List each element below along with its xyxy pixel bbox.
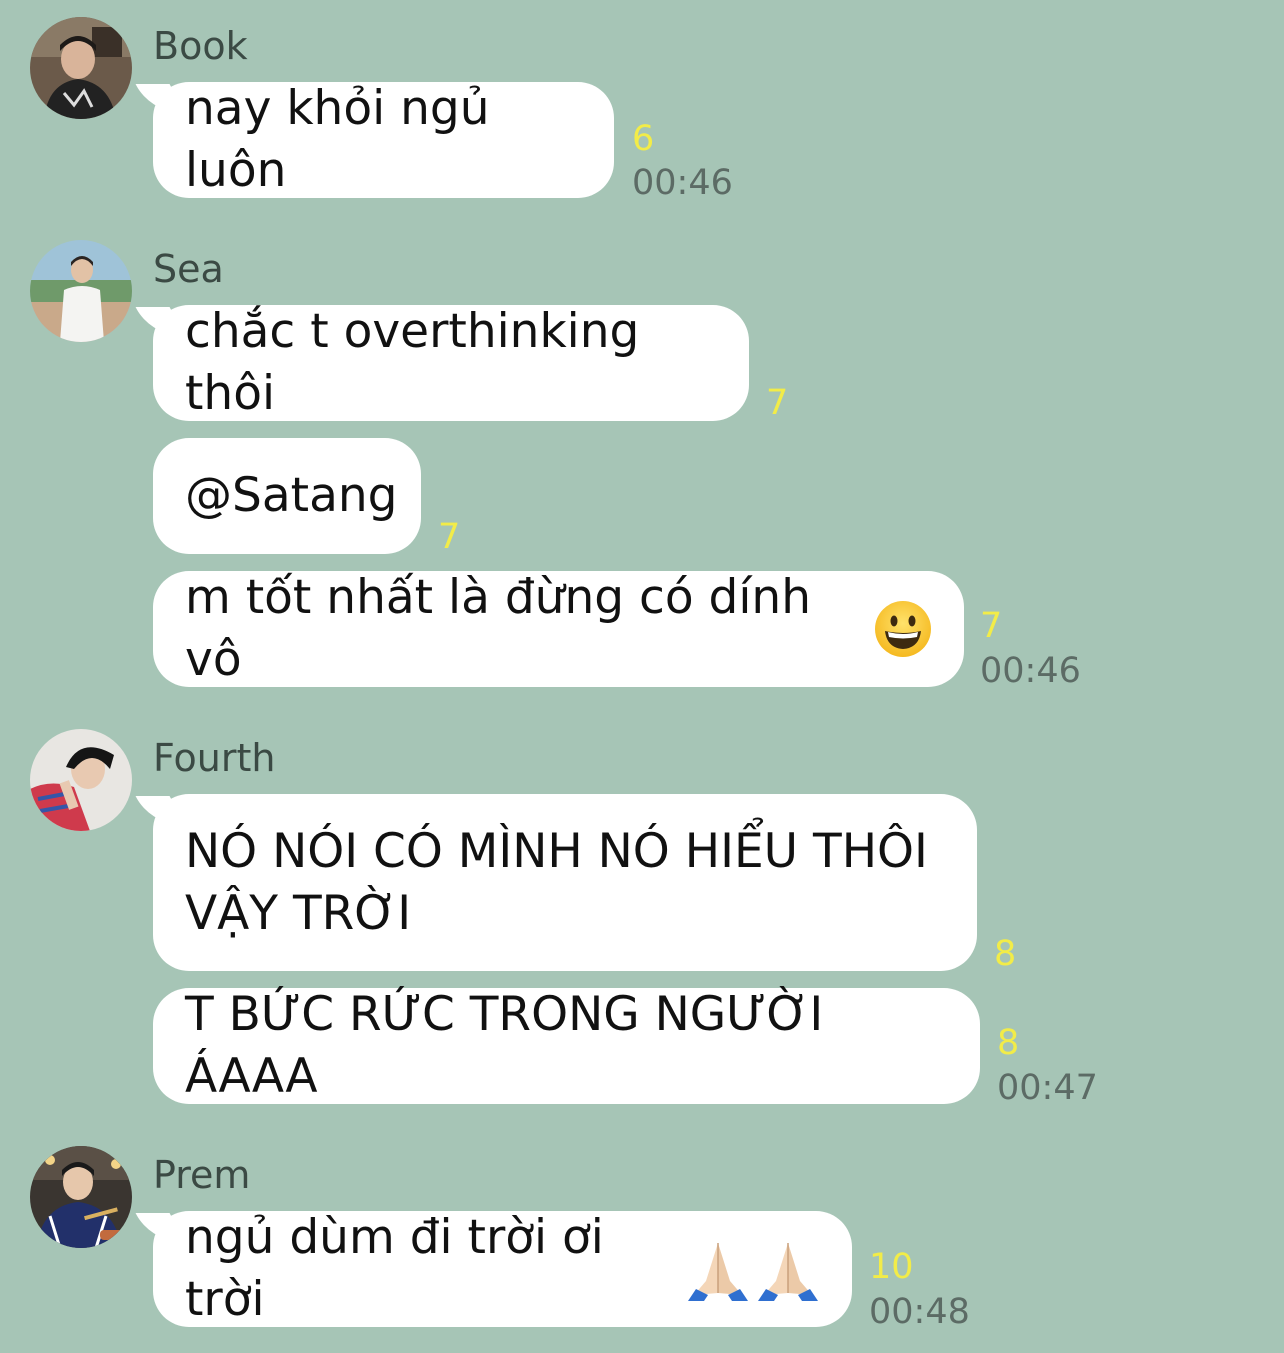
avatar-book[interactable]: [30, 17, 132, 119]
folded-hands-emoji: [756, 1237, 820, 1301]
message-bubble[interactable]: m tốt nhất là đừng có dính vô: [153, 570, 964, 687]
sender-name-fourth: Fourth: [153, 736, 276, 780]
read-count: 7: [438, 517, 461, 557]
read-count: 8: [994, 934, 1017, 974]
message-time: 00:48: [869, 1292, 970, 1332]
avatar-prem-image: [30, 1146, 132, 1248]
read-count: 7: [980, 606, 1003, 646]
message-text: NÓ NÓI CÓ MÌNH NÓ HIỂU THÔI VẬY TRỜI: [185, 823, 928, 941]
message-bubble[interactable]: T BỨC RỨC TRONG NGƯỜI ÁAAA: [153, 987, 980, 1104]
message-bubble[interactable]: chắc t overthinking thôi: [153, 304, 749, 421]
grinning-face-emoji: [874, 600, 932, 658]
read-count: 10: [869, 1247, 914, 1287]
sender-name-book: Book: [153, 24, 248, 68]
message-text: nay khỏi ngủ luôn: [185, 81, 490, 198]
message-time: 00:46: [980, 651, 1081, 691]
avatar-fourth-image: [30, 729, 132, 831]
sender-name-prem: Prem: [153, 1153, 251, 1197]
message-text: m tốt nhất là đừng có dính vô: [185, 570, 812, 687]
message-bubble[interactable]: NÓ NÓI CÓ MÌNH NÓ HIỂU THÔI VẬY TRỜI: [153, 794, 977, 971]
message-text: chắc t overthinking thôi: [185, 304, 640, 421]
avatar-sea[interactable]: [30, 240, 132, 342]
read-count: 7: [766, 383, 789, 423]
message-bubble[interactable]: nay khỏi ngủ luôn: [153, 81, 614, 198]
message-bubble[interactable]: @Satang: [153, 438, 421, 554]
folded-hands-emoji: [686, 1237, 750, 1301]
avatar-prem[interactable]: [30, 1146, 132, 1248]
message-text: T BỨC RỨC TRONG NGƯỜI ÁAAA: [185, 987, 824, 1104]
read-count: 8: [997, 1023, 1020, 1063]
message-time: 00:46: [632, 163, 733, 203]
avatar-book-image: [30, 17, 132, 119]
message-bubble[interactable]: ngủ dùm đi trời ơi trời: [153, 1210, 852, 1327]
avatar-fourth[interactable]: [30, 729, 132, 831]
sender-name-sea: Sea: [153, 247, 224, 291]
message-time: 00:47: [997, 1068, 1098, 1108]
avatar-sea-image: [30, 240, 132, 342]
message-text: @Satang: [185, 468, 398, 523]
read-count: 6: [632, 119, 655, 159]
message-text: ngủ dùm đi trời ơi trời: [185, 1210, 604, 1327]
